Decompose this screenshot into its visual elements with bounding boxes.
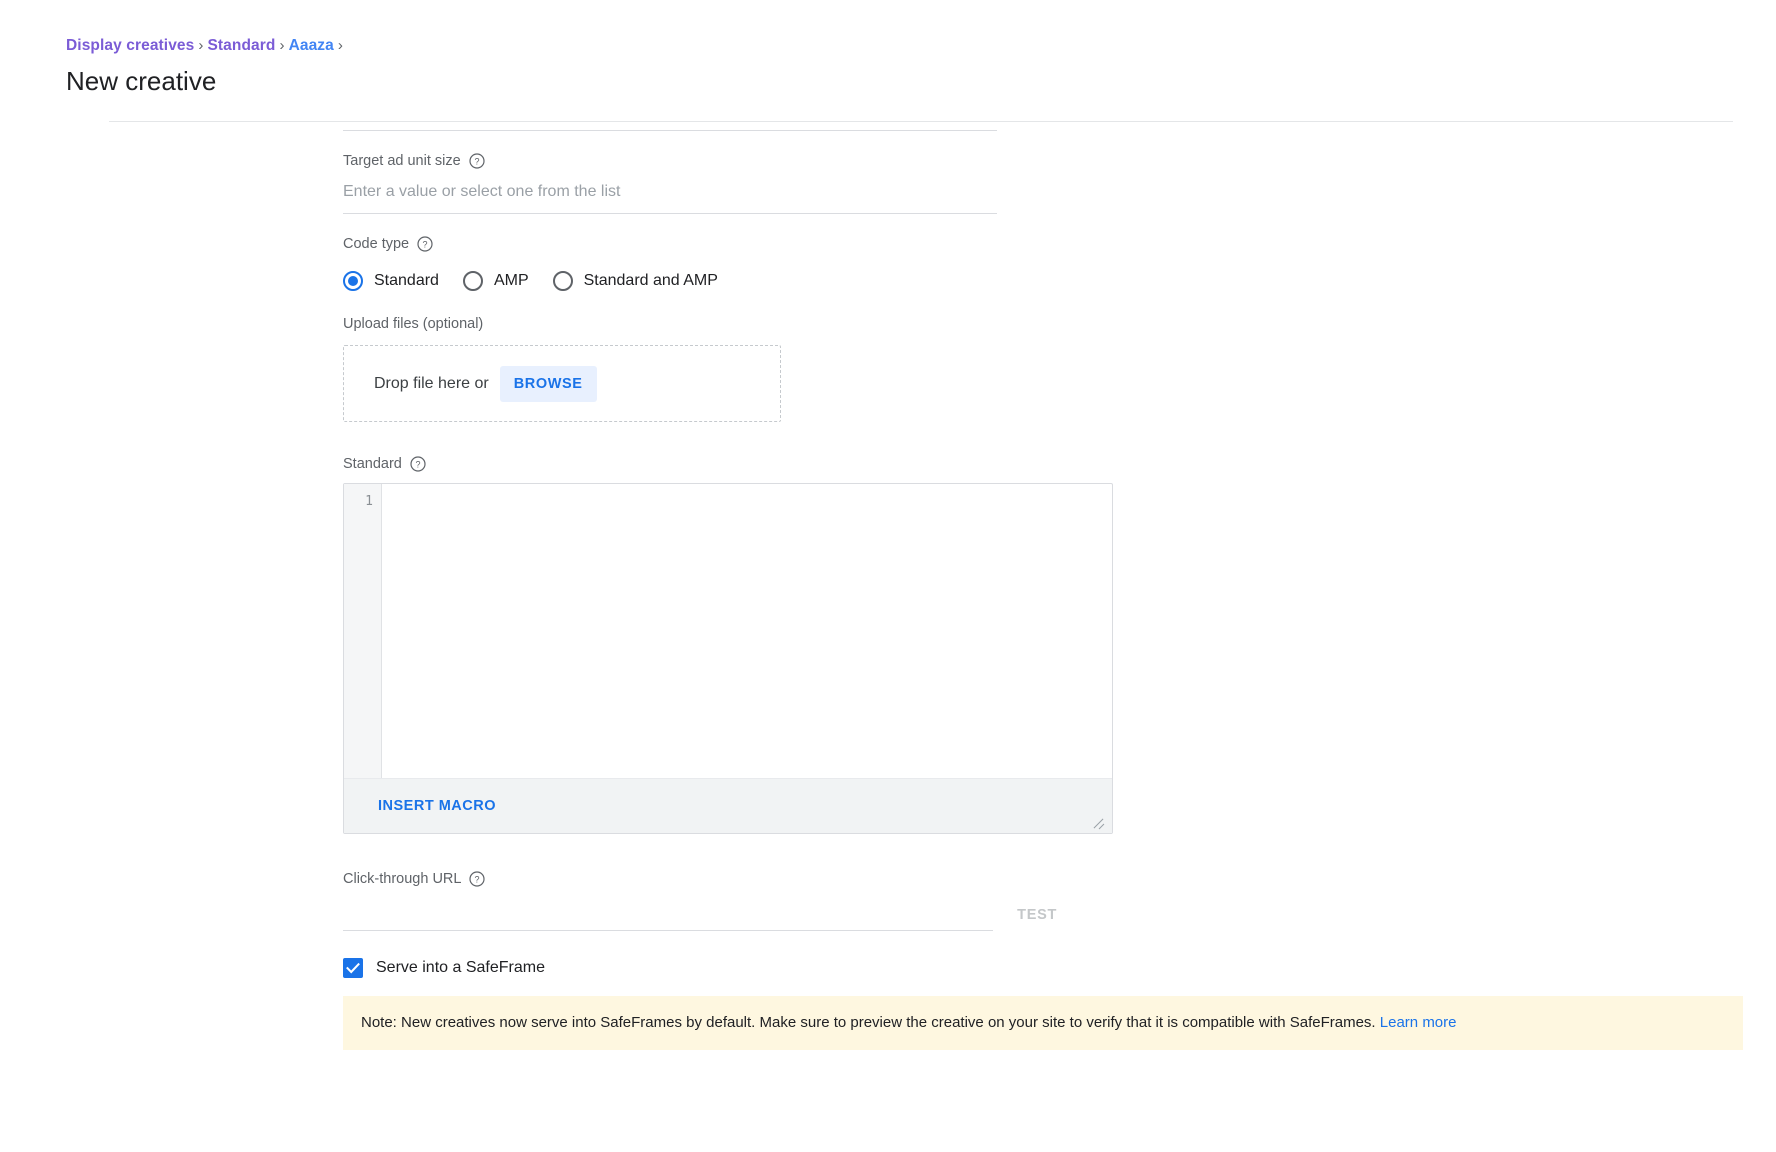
dropzone-text: Drop file here or — [374, 374, 489, 394]
click-through-url-label-row: Click-through URL ? — [343, 870, 1543, 888]
safeframe-checkbox-row[interactable]: Serve into a SafeFrame — [343, 958, 1543, 978]
breadcrumb-separator: › — [198, 37, 203, 54]
checkbox-checked-icon[interactable] — [343, 958, 363, 978]
page-title: New creative — [66, 65, 1776, 97]
help-circle-icon[interactable]: ? — [469, 153, 485, 169]
breadcrumb-separator: › — [279, 37, 284, 54]
target-ad-unit-size-label: Target ad unit size — [343, 152, 461, 170]
code-type-label-row: Code type ? — [343, 235, 1543, 253]
click-through-url-row: TEST — [343, 888, 1063, 931]
breadcrumb-item-aaaza[interactable]: Aaaza — [289, 37, 334, 54]
code-editor: 1 INSERT MACRO — [343, 483, 1113, 834]
header-divider — [109, 121, 1733, 122]
safeframe-note-banner: Note: New creatives now serve into SafeF… — [343, 996, 1743, 1050]
radio-option-standard[interactable]: Standard — [343, 271, 439, 291]
radio-circle-icon — [463, 271, 483, 291]
page-header: Display creatives›Standard›Aaaza› New cr… — [0, 0, 1776, 122]
learn-more-link[interactable]: Learn more — [1380, 1014, 1457, 1031]
resize-grip-icon[interactable] — [1091, 813, 1105, 827]
code-type-label: Code type — [343, 235, 409, 253]
browse-button[interactable]: BROWSE — [500, 366, 597, 402]
radio-option-standard-and-amp[interactable]: Standard and AMP — [553, 271, 718, 291]
svg-text:?: ? — [474, 157, 479, 167]
svg-text:?: ? — [475, 875, 480, 885]
help-circle-icon[interactable]: ? — [469, 871, 485, 887]
help-circle-icon[interactable]: ? — [410, 456, 426, 472]
radio-circle-icon — [553, 271, 573, 291]
test-button[interactable]: TEST — [1011, 907, 1063, 923]
click-through-url-label: Click-through URL — [343, 870, 461, 888]
radio-label-standard: Standard — [374, 271, 439, 291]
insert-macro-button[interactable]: INSERT MACRO — [378, 798, 496, 814]
code-editor-body: 1 — [344, 484, 1112, 779]
upload-files-label: Upload files (optional) — [343, 315, 1543, 333]
new-creative-page: Display creatives›Standard›Aaaza› New cr… — [0, 0, 1776, 1152]
click-through-url-input[interactable] — [343, 888, 993, 931]
code-editor-textarea[interactable] — [382, 484, 1112, 778]
radio-circle-icon — [343, 271, 363, 291]
code-editor-footer: INSERT MACRO — [344, 779, 1112, 833]
breadcrumb-separator: › — [338, 37, 343, 54]
radio-label-standard-and-amp: Standard and AMP — [584, 271, 718, 291]
safeframe-note-text: Note: New creatives now serve into SafeF… — [361, 1014, 1376, 1031]
radio-option-amp[interactable]: AMP — [463, 271, 529, 291]
code-editor-gutter: 1 — [344, 484, 382, 778]
target-ad-unit-size-label-row: Target ad unit size ? — [343, 152, 1543, 170]
line-number: 1 — [344, 493, 381, 511]
file-dropzone[interactable]: Drop file here or BROWSE — [343, 345, 781, 422]
breadcrumb-item-display-creatives[interactable]: Display creatives — [66, 37, 194, 54]
standard-code-label-row: Standard ? — [343, 455, 1543, 473]
radio-label-amp: AMP — [494, 271, 529, 291]
svg-text:?: ? — [415, 460, 420, 470]
help-circle-icon[interactable]: ? — [417, 236, 433, 252]
code-type-radio-group: Standard AMP Standard and AMP — [343, 271, 1543, 291]
standard-code-label: Standard — [343, 455, 402, 473]
breadcrumb-item-standard[interactable]: Standard — [207, 37, 275, 54]
svg-text:?: ? — [423, 240, 428, 250]
form-top-divider — [343, 130, 997, 131]
creative-form: Target ad unit size ? Enter a value or s… — [343, 130, 1543, 1050]
breadcrumb: Display creatives›Standard›Aaaza› — [66, 36, 1776, 56]
safeframe-label: Serve into a SafeFrame — [376, 958, 545, 978]
target-ad-unit-size-input[interactable]: Enter a value or select one from the lis… — [343, 170, 997, 214]
